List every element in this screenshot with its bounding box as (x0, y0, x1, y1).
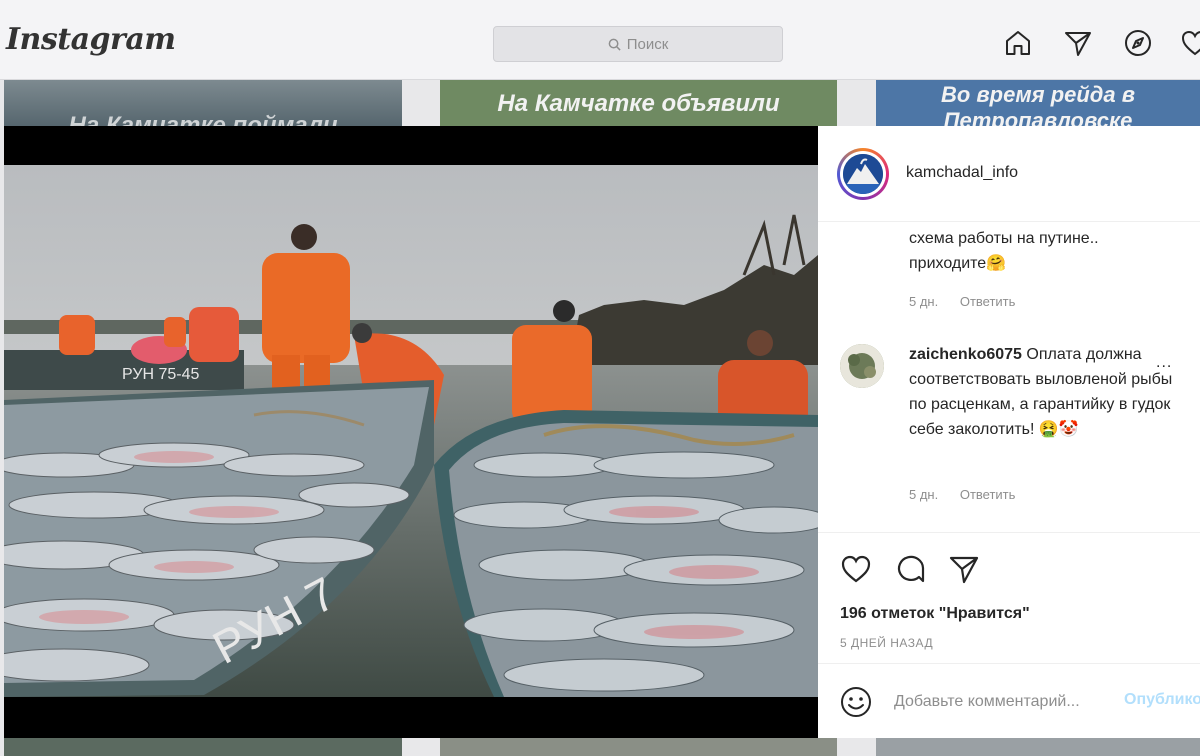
home-icon[interactable] (1001, 26, 1035, 60)
search-box[interactable]: Поиск (493, 26, 783, 62)
comment-options-button[interactable]: ... (1156, 354, 1172, 372)
activity-heart-icon[interactable] (1178, 26, 1200, 60)
boat-left-label: РУН 75-45 (122, 366, 200, 383)
comment-2-reply-button[interactable]: Ответить (960, 487, 1016, 502)
fishing-boats-photo: РУН 75-45 РУН 7 (4, 165, 818, 697)
share-icon[interactable] (946, 551, 982, 587)
comment-2-meta: 5 дн. Ответить (909, 487, 1015, 502)
post-photo[interactable]: РУН 75-45 РУН 7 (4, 165, 818, 697)
search-placeholder: Поиск (626, 35, 669, 53)
comment-1-meta: 5 дн. Ответить (909, 294, 1015, 309)
feed-tile-4[interactable] (4, 738, 402, 756)
post-date[interactable]: 5 ДНЕЙ НАЗАД (840, 636, 933, 650)
emoji-icon[interactable] (838, 684, 874, 720)
post-author-username[interactable]: kamchadal_info (906, 164, 1018, 182)
author-avatar[interactable] (837, 148, 889, 200)
comment-2-text: zaichenko6075 Оплата должна соответствов… (909, 342, 1185, 442)
comment-input[interactable] (894, 690, 1120, 714)
comment-1-text: схема работы на путине.. приходите🤗 (909, 230, 1099, 272)
direct-messages-icon[interactable] (1061, 26, 1095, 60)
like-icon[interactable] (838, 551, 874, 587)
post-header: kamchadal_info (818, 126, 1200, 222)
post-actions: 196 отметок "Нравится" 5 ДНЕЙ НАЗАД Опуб… (818, 532, 1200, 738)
add-comment-bar: Опубликовать (818, 663, 1200, 739)
post-details-panel: kamchadal_info схема работы на путине.. … (818, 126, 1200, 738)
feed-tile-3[interactable]: Во время рейда в Петропавловске (876, 80, 1200, 126)
comment-2-username[interactable]: zaichenko6075 (909, 346, 1022, 363)
feed-tile-5[interactable] (440, 738, 837, 756)
comment-1-time: 5 дн. (909, 294, 939, 309)
comment-2-time: 5 дн. (909, 487, 939, 502)
explore-icon[interactable] (1121, 26, 1155, 60)
volcano-logo-icon (843, 154, 883, 194)
instagram-logo[interactable]: Instagram (6, 22, 176, 57)
likes-count[interactable]: 196 отметок "Нравится" (840, 605, 1030, 623)
comment-1-reply-button[interactable]: Ответить (960, 294, 1016, 309)
feed-tile-1[interactable]: На Камчатке поймали (4, 80, 402, 126)
top-navigation-bar: Instagram Поиск (0, 0, 1200, 80)
search-icon (608, 38, 621, 51)
commenter-avatar[interactable] (840, 344, 884, 388)
publish-button[interactable]: Опубликовать (1124, 691, 1200, 709)
comment-icon[interactable] (893, 551, 929, 587)
feed-tile-6[interactable] (876, 738, 1200, 756)
feed-tile-2[interactable]: На Камчатке объявили (440, 80, 837, 126)
